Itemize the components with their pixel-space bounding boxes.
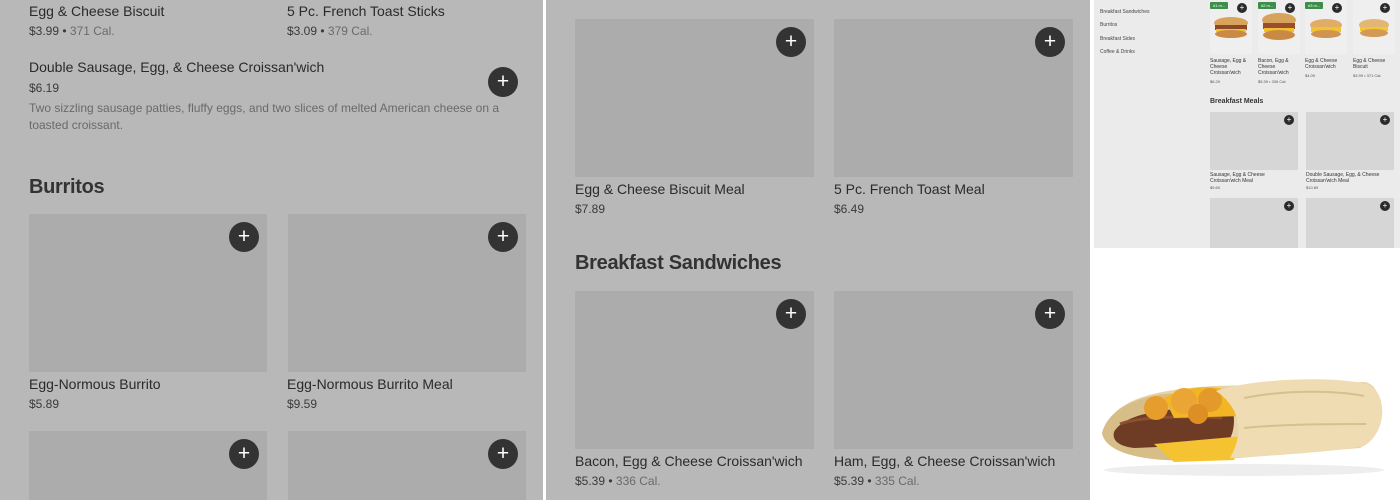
rank-badge: #2 m... <box>1258 2 1277 9</box>
section-heading-burritos: Burritos <box>29 176 105 198</box>
plus-icon: + <box>1382 201 1388 210</box>
sandwich-image <box>1310 19 1342 38</box>
add-button[interactable]: + <box>1380 201 1390 211</box>
rank-badge: #3 m... <box>1305 2 1324 9</box>
menu-panel-left: Egg & Cheese Biscuit $3.99 • 371 Cal. 5 … <box>0 0 543 500</box>
item-name[interactable]: Egg & Cheese Biscuit <box>1353 58 1395 70</box>
item-name[interactable]: Bacon, Egg & Cheese Croissan'wich <box>1258 58 1300 76</box>
section-heading-breakfast-sandwiches: Breakfast Sandwiches <box>575 252 782 274</box>
add-button[interactable]: + <box>1332 3 1342 13</box>
item-price: $6.29 <box>1210 79 1221 84</box>
menu-panel-overview: Breakfast Sandwiches Burritos Breakfast … <box>1094 0 1400 248</box>
item-price: $5.39 • 336 Cal. <box>1258 79 1287 84</box>
item-name[interactable]: Egg-Normous Burrito Meal <box>287 376 453 392</box>
item-name[interactable]: Sausage, Egg & Cheese Croissan'wich <box>1210 58 1252 76</box>
add-button[interactable]: + <box>229 439 259 469</box>
item-name[interactable]: Double Sausage, Egg, & Cheese Croissan'w… <box>1306 172 1394 184</box>
item-price: $10.89 <box>1306 185 1319 190</box>
plus-icon: + <box>496 70 510 93</box>
item-name[interactable]: Egg & Cheese Biscuit <box>29 3 164 19</box>
add-button[interactable]: + <box>776 299 806 329</box>
featured-item-name[interactable]: Double Sausage, Egg, & Cheese Croissan'w… <box>29 59 324 75</box>
plus-icon: + <box>1286 115 1292 124</box>
burrito-photo <box>1094 248 1400 500</box>
item-name[interactable]: 5 Pc. French Toast Meal <box>834 181 985 197</box>
add-button[interactable]: + <box>229 222 259 252</box>
plus-icon: + <box>1382 3 1388 12</box>
plus-icon: + <box>237 442 251 465</box>
add-button[interactable]: + <box>1285 3 1295 13</box>
add-button[interactable]: + <box>1035 27 1065 57</box>
item-price: $3.09 • 379 Cal. <box>287 24 373 38</box>
add-button[interactable]: + <box>1380 115 1390 125</box>
item-price: $5.39 • 336 Cal. <box>575 474 661 488</box>
plus-icon: + <box>1239 3 1245 12</box>
sidebar-item-breakfast-sandwiches[interactable]: Breakfast Sandwiches <box>1100 9 1149 15</box>
plus-icon: + <box>1287 3 1293 12</box>
item-price: $7.89 <box>575 202 606 216</box>
plus-icon: + <box>1334 3 1340 12</box>
item-image[interactable] <box>288 431 526 500</box>
item-price: $3.99 • 371 Cal. <box>1353 73 1382 78</box>
section-heading-breakfast-meals: Breakfast Meals <box>1210 98 1264 105</box>
sidebar-item-breakfast-sides[interactable]: Breakfast Sides <box>1100 36 1135 42</box>
plus-icon: + <box>784 302 798 325</box>
plus-icon: + <box>1043 30 1057 53</box>
item-name[interactable]: Egg & Cheese Croissan'wich <box>1305 58 1347 70</box>
item-name[interactable]: Ham, Egg, & Cheese Croissan'wich <box>834 453 1055 469</box>
add-button[interactable]: + <box>1380 3 1390 13</box>
plus-icon: + <box>1043 302 1057 325</box>
add-button[interactable]: + <box>488 439 518 469</box>
add-button[interactable]: + <box>776 27 806 57</box>
biscuit-image <box>1359 19 1389 37</box>
add-button[interactable]: + <box>1284 115 1294 125</box>
plus-icon: + <box>496 225 510 248</box>
burrito-image <box>1102 379 1384 476</box>
featured-item-description: Two sizzling sausage patties, fluffy egg… <box>29 101 500 132</box>
sandwich-image <box>1214 17 1248 38</box>
add-button[interactable]: + <box>1284 201 1294 211</box>
featured-item-price: $6.19 <box>29 81 60 95</box>
rank-badge: #1 m... <box>1210 2 1229 9</box>
plus-icon: + <box>237 225 251 248</box>
plus-icon: + <box>784 30 798 53</box>
add-button[interactable]: + <box>1237 3 1247 13</box>
add-button[interactable]: + <box>488 67 518 97</box>
item-price: $5.39 • 335 Cal. <box>834 474 920 488</box>
item-name[interactable]: Egg & Cheese Biscuit Meal <box>575 181 745 197</box>
item-name[interactable]: 5 Pc. French Toast Sticks <box>287 3 445 19</box>
item-price: $5.89 <box>29 397 60 411</box>
plus-icon: + <box>1286 201 1292 210</box>
item-image[interactable] <box>29 431 267 500</box>
item-name[interactable]: Egg-Normous Burrito <box>29 376 161 392</box>
item-price: $3.99 • 371 Cal. <box>29 24 115 38</box>
item-price: $9.69 <box>1210 185 1221 190</box>
add-button[interactable]: + <box>488 222 518 252</box>
sidebar-item-burritos[interactable]: Burritos <box>1100 22 1117 28</box>
item-price: $9.59 <box>287 397 318 411</box>
item-price: $6.49 <box>834 202 865 216</box>
item-name[interactable]: Sausage, Egg & Cheese Croissan'wich Meal <box>1210 172 1296 184</box>
sandwich-image <box>1262 13 1296 40</box>
sidebar-item-coffee-drinks[interactable]: Coffee & Drinks <box>1100 49 1135 55</box>
item-name[interactable]: Bacon, Egg & Cheese Croissan'wich <box>575 453 803 469</box>
item-price: $4.09 <box>1305 73 1316 78</box>
plus-icon: + <box>1382 115 1388 124</box>
plus-icon: + <box>496 442 510 465</box>
add-button[interactable]: + <box>1035 299 1065 329</box>
menu-panel-middle: + Egg & Cheese Biscuit Meal $7.89 + 5 Pc… <box>546 0 1090 500</box>
